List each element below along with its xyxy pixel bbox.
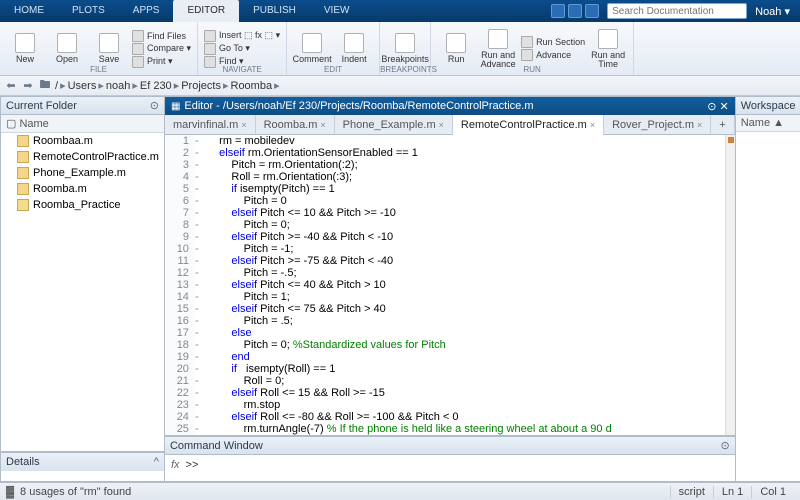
compare-button[interactable]: Compare ▾ (132, 43, 191, 55)
nav-fwd-icon[interactable]: ➡ (21, 79, 35, 92)
run-button[interactable]: Run Section (521, 36, 585, 48)
code-line[interactable]: 22- elseif Roll <= 15 && Roll >= -15 (165, 387, 735, 399)
panel-menu-icon[interactable]: ⊙ (150, 99, 159, 112)
path-segment[interactable]: Users (68, 80, 97, 92)
folder-list: ▢ Name Roombaa.mRemoteControlPractice.mP… (1, 115, 164, 451)
workspace-columns[interactable]: Name ▲Value (736, 115, 800, 132)
code-line[interactable]: 3- Pitch = rm.Orientation(:2); (165, 159, 735, 171)
search-input[interactable] (607, 3, 747, 19)
nav-back-icon[interactable]: ⬅ (4, 79, 18, 92)
path-segment[interactable]: Roomba (231, 80, 273, 92)
main-tab-apps[interactable]: APPS (119, 0, 174, 22)
code-line[interactable]: 23- rm.stop (165, 399, 735, 411)
path-bar: ⬅ ➡ 🖿 /▸Users▸noah▸Ef 230▸Projects▸Roomb… (0, 76, 800, 96)
details-expand-icon[interactable]: ^ (154, 456, 159, 468)
main-tab-editor[interactable]: EDITOR (173, 0, 239, 22)
path-segment[interactable]: Ef 230 (140, 80, 172, 92)
title-bar: HOMEPLOTSAPPSEDITORPUBLISHVIEW Noah ▾ (0, 0, 800, 22)
main-tabs: HOMEPLOTSAPPSEDITORPUBLISHVIEW (0, 0, 363, 22)
folder-item[interactable]: RemoteControlPractice.m (1, 149, 164, 165)
advance-button[interactable]: Advance (521, 49, 585, 61)
path-segment[interactable]: noah (106, 80, 130, 92)
command-window-header: Command Window⊙ (165, 437, 735, 455)
status-busy-icon: ▓ (6, 486, 14, 498)
editor-menu-icon[interactable]: ⊙ ✕ (707, 100, 729, 113)
code-line[interactable]: 8- Pitch = 0; (165, 219, 735, 231)
main-tab-view[interactable]: VIEW (310, 0, 364, 22)
main-tab-home[interactable]: HOME (0, 0, 58, 22)
cmd-menu-icon[interactable]: ⊙ (721, 439, 730, 452)
new-tab-button[interactable]: + (711, 115, 734, 135)
code-line[interactable]: 13- elseif Pitch <= 40 && Pitch > 10 (165, 279, 735, 291)
folder-col-name[interactable]: ▢ Name (1, 115, 164, 133)
folder-item[interactable]: Phone_Example.m (1, 165, 164, 181)
command-prompt[interactable]: fx >> (165, 455, 735, 481)
ribbon: NewOpenSaveFind FilesCompare ▾Print ▾FIL… (0, 22, 800, 76)
code-line[interactable]: 17- else (165, 327, 735, 339)
go-button[interactable]: Go To ▾ (204, 43, 280, 55)
status-col: Col 1 (751, 486, 794, 498)
path-segment[interactable]: Projects (181, 80, 221, 92)
code-line[interactable]: 18- Pitch = 0; %Standardized values for … (165, 339, 735, 351)
folder-icon[interactable]: 🖿 (38, 76, 52, 95)
code-line[interactable]: 25- rm.turnAngle(-7) % If the phone is h… (165, 423, 735, 435)
editor-tabs: marvinfinal.m ×Roomba.m ×Phone_Example.m… (165, 115, 735, 135)
editor-tab[interactable]: Phone_Example.m × (335, 115, 453, 135)
code-line[interactable]: 14- Pitch = 1; (165, 291, 735, 303)
main-tab-publish[interactable]: PUBLISH (239, 0, 310, 22)
status-message: 8 usages of "rm" found (20, 486, 131, 498)
code-line[interactable]: 7- elseif Pitch <= 10 && Pitch >= -10 (165, 207, 735, 219)
status-line: Ln 1 (713, 486, 751, 498)
code-line[interactable]: 19- end (165, 351, 735, 363)
details-panel: Details^ (0, 452, 165, 482)
status-mode: script (670, 486, 713, 498)
code-line[interactable]: 15- elseif Pitch <= 75 && Pitch > 40 (165, 303, 735, 315)
user-menu[interactable]: Noah ▾ (751, 5, 794, 18)
code-line[interactable]: 2- elseif rm.OrientationSensorEnabled ==… (165, 147, 735, 159)
code-line[interactable]: 11- elseif Pitch >= -75 && Pitch < -40 (165, 255, 735, 267)
code-line[interactable]: 4- Roll = rm.Orientation(:3); (165, 171, 735, 183)
code-line[interactable]: 10- Pitch = -1; (165, 243, 735, 255)
current-folder-header: Current Folder⊙ (1, 97, 164, 115)
editor-tab[interactable]: Roomba.m × (256, 115, 335, 135)
code-line[interactable]: 21- Roll = 0; (165, 375, 735, 387)
editor-tab[interactable]: marvinfinal.m × (165, 115, 256, 135)
find-button[interactable]: Find Files (132, 30, 191, 42)
quick-access-icons[interactable] (547, 4, 603, 18)
editor-tab[interactable]: Rover_Project.m × (604, 115, 711, 135)
insert-button[interactable]: Insert ⬚ fx ⬚ ▾ (204, 30, 280, 42)
code-line[interactable]: 5- if isempty(Pitch) == 1 (165, 183, 735, 195)
code-line[interactable]: 16- Pitch = .5; (165, 315, 735, 327)
folder-item[interactable]: Roomba.m (1, 181, 164, 197)
workspace-header: Workspace⊙ (736, 97, 800, 115)
code-line[interactable]: 20- if isempty(Roll) == 1 (165, 363, 735, 375)
code-line[interactable]: 6- Pitch = 0 (165, 195, 735, 207)
code-line[interactable]: 12- Pitch = -.5; (165, 267, 735, 279)
code-editor[interactable]: 1- rm = mobiledev2- elseif rm.Orientatio… (165, 135, 735, 435)
code-line[interactable]: 9- elseif Pitch >= -40 && Pitch < -10 (165, 231, 735, 243)
editor-header: ▦ Editor - /Users/noah/Ef 230/Projects/R… (165, 97, 735, 115)
folder-item[interactable]: Roomba_Practice (1, 197, 164, 213)
code-line[interactable]: 24- elseif Roll <= -80 && Roll >= -100 &… (165, 411, 735, 423)
main-tab-plots[interactable]: PLOTS (58, 0, 119, 22)
folder-item[interactable]: Roombaa.m (1, 133, 164, 149)
status-bar: ▓ 8 usages of "rm" found script Ln 1 Col… (0, 482, 800, 500)
code-line[interactable]: 1- rm = mobiledev (165, 135, 735, 147)
editor-tab[interactable]: RemoteControlPractice.m × (453, 115, 604, 135)
